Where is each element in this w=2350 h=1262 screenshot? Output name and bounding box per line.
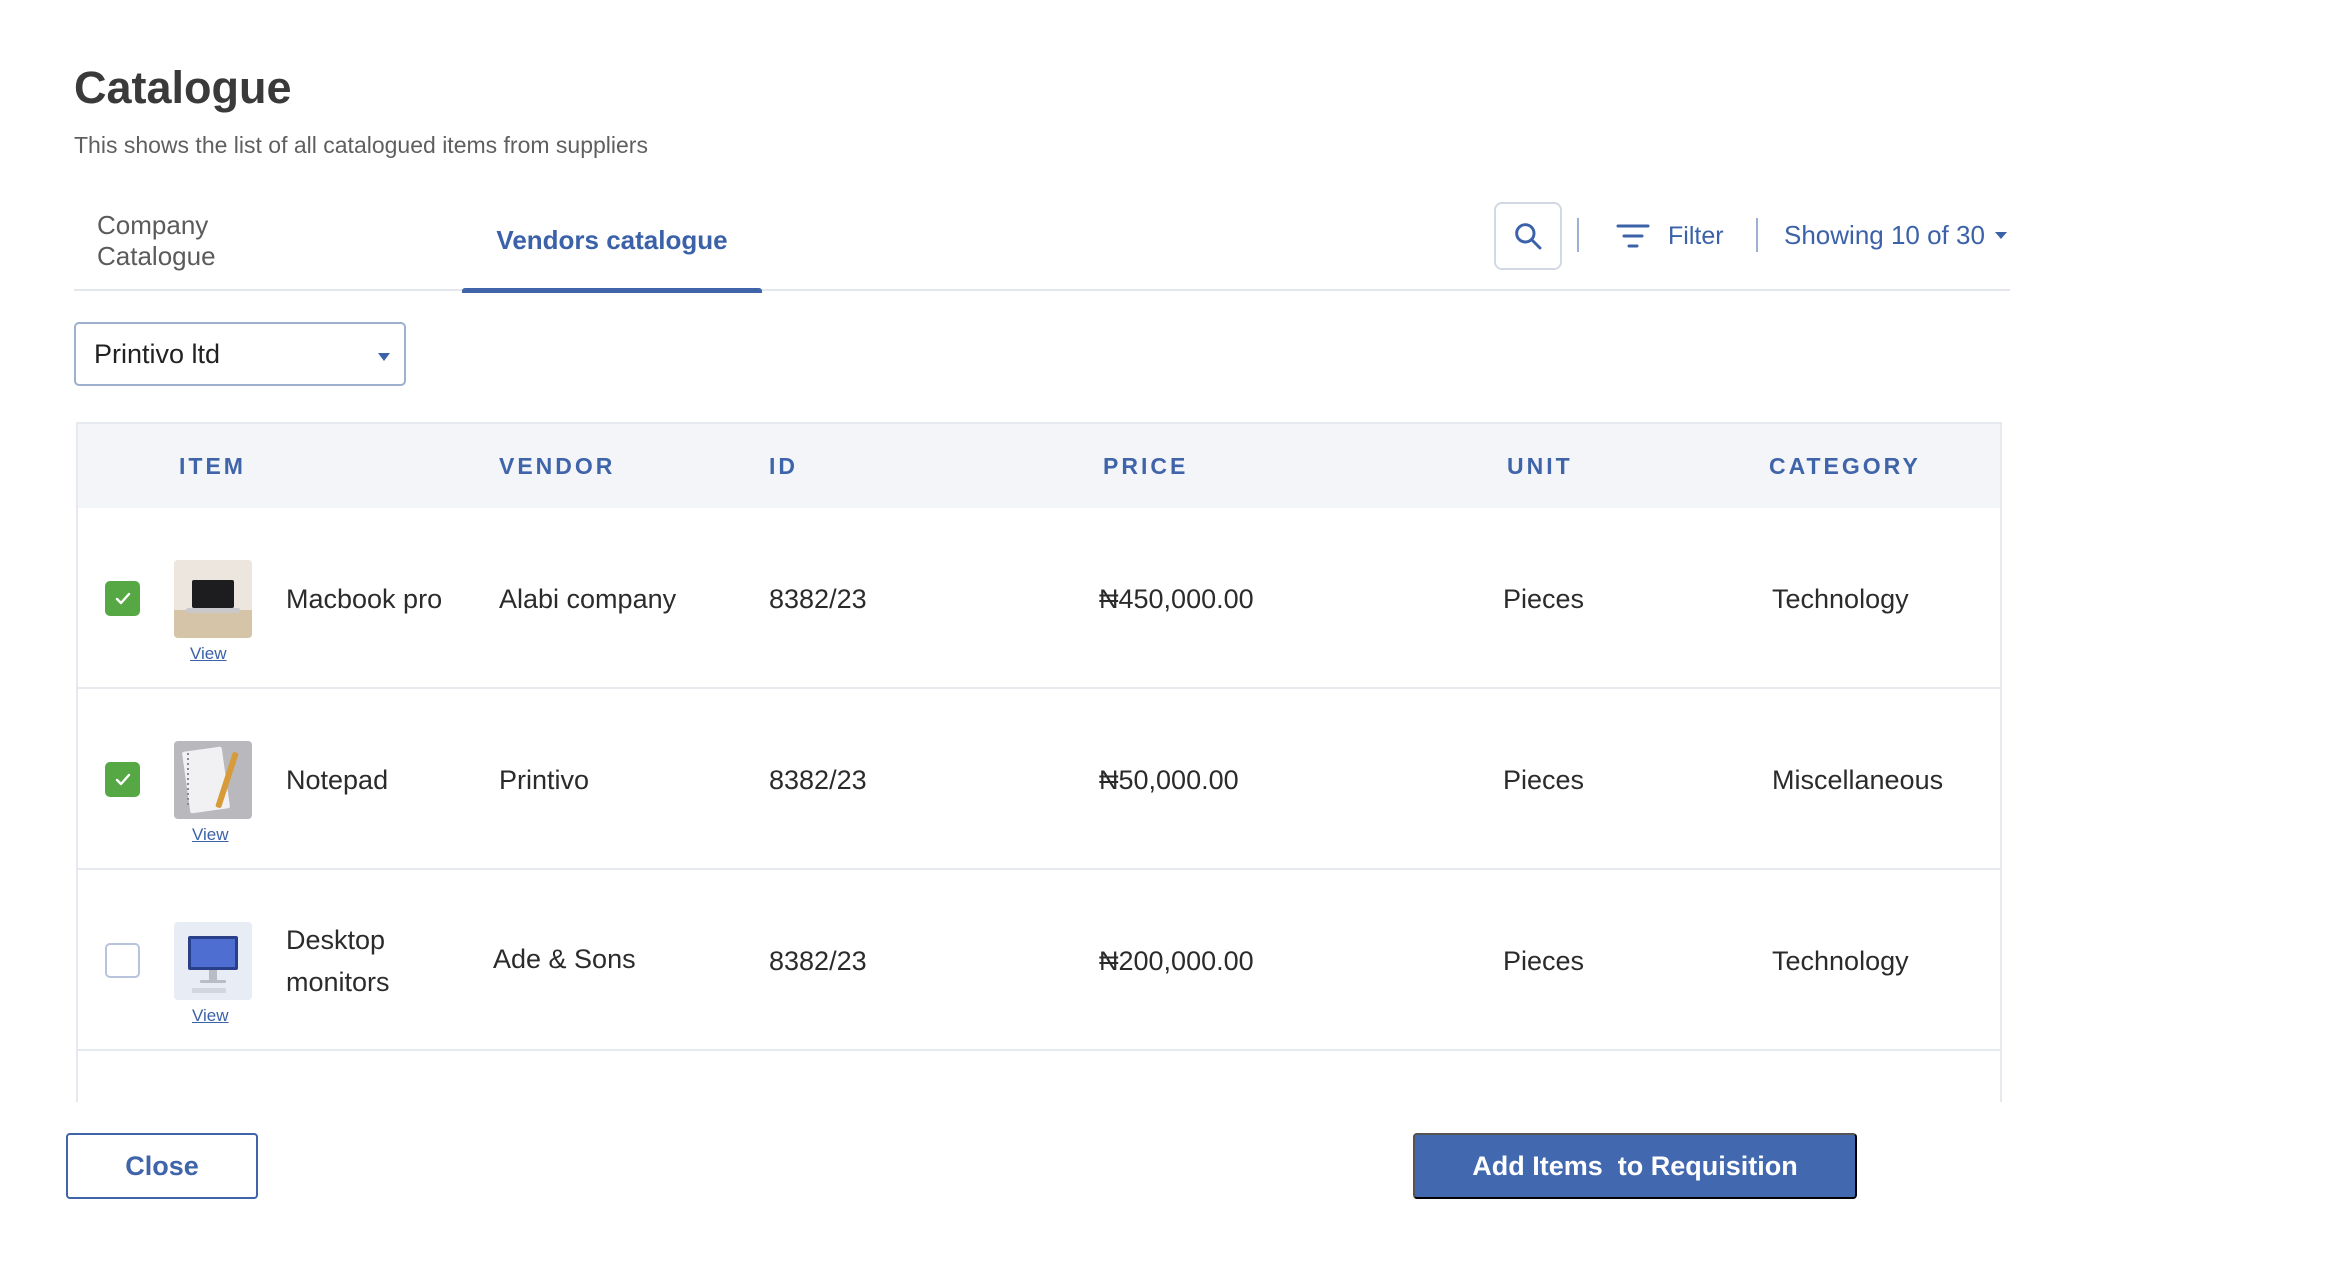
check-icon — [115, 592, 130, 604]
column-header-id: ID — [769, 452, 798, 479]
filter-lines-icon — [1616, 224, 1650, 248]
laptop-image — [174, 560, 252, 638]
table-row[interactable]: View Desktop monitors Ade & Sons 8382/23… — [78, 870, 2000, 1051]
column-header-item: ITEM — [179, 452, 246, 479]
price-cell: ₦200,000.00 — [1099, 945, 1254, 976]
item-name: Macbook pro — [286, 584, 443, 614]
page-subtitle: This shows the list of all catalogued it… — [74, 132, 648, 158]
vendor-cell: Ade & Sons — [493, 943, 636, 974]
column-header-category: CATEGORY — [1769, 452, 1921, 479]
item-thumbnail — [174, 560, 252, 638]
unit-cell: Pieces — [1503, 945, 1585, 976]
toolbar-divider — [1577, 218, 1579, 252]
column-header-price: PRICE — [1103, 452, 1189, 479]
view-item-link[interactable]: View — [192, 825, 229, 845]
id-cell: 8382/23 — [769, 583, 867, 614]
page-title: Catalogue — [74, 62, 292, 113]
item-name: Desktop monitors — [286, 925, 390, 997]
view-item-link[interactable]: View — [190, 644, 227, 664]
table-header: ITEM VENDOR ID PRICE UNIT CATEGORY — [78, 424, 2000, 508]
caret-down-icon — [378, 353, 390, 361]
column-header-unit: UNIT — [1507, 452, 1573, 479]
unit-cell: Pieces — [1503, 764, 1585, 795]
catalogue-table: ITEM VENDOR ID PRICE UNIT CATEGORY View … — [76, 422, 2002, 1102]
page-size-dropdown[interactable]: Showing 10 of 30 — [1784, 220, 2007, 251]
id-cell: 8382/23 — [769, 764, 867, 795]
id-cell: 8382/23 — [769, 945, 867, 976]
category-cell: Miscellaneous — [1772, 764, 1944, 795]
tab-company-catalogue[interactable]: Company Catalogue — [74, 190, 314, 291]
search-button[interactable] — [1494, 202, 1562, 270]
column-header-vendor: VENDOR — [499, 452, 616, 479]
price-cell: ₦450,000.00 — [1099, 583, 1254, 614]
vendor-select-value: Printivo ltd — [94, 338, 221, 369]
table-row[interactable]: View Macbook pro Alabi company 8382/23 ₦… — [78, 508, 2000, 689]
caret-down-icon — [1994, 232, 2007, 239]
price-cell: ₦50,000.00 — [1099, 764, 1239, 795]
category-cell: Technology — [1772, 945, 1909, 976]
vendor-select[interactable]: Printivo ltd — [74, 322, 406, 386]
vendor-cell: Alabi company — [499, 583, 677, 614]
search-icon — [1515, 223, 1542, 250]
item-thumbnail — [174, 922, 252, 1000]
row-checkbox[interactable] — [105, 581, 140, 616]
unit-cell: Pieces — [1503, 583, 1585, 614]
toolbar-divider — [1756, 218, 1758, 252]
monitor-image — [174, 922, 252, 1000]
close-button[interactable]: Close — [66, 1133, 258, 1199]
notepad-image — [174, 741, 252, 819]
category-cell: Technology — [1772, 583, 1909, 614]
row-checkbox[interactable] — [105, 943, 140, 978]
filter-label: Filter — [1668, 221, 1724, 250]
add-items-to-requisition-button[interactable]: Add Items to Requisition — [1413, 1133, 1857, 1199]
vendor-cell: Printivo — [499, 764, 590, 795]
item-thumbnail — [174, 741, 252, 819]
filter-button[interactable]: Filter — [1616, 216, 1724, 256]
table-row[interactable]: View Notepad Printivo 8382/23 ₦50,000.00… — [78, 689, 2000, 870]
item-name: Notepad — [286, 765, 389, 795]
check-icon — [115, 773, 130, 785]
showing-count: Showing 10 of 30 — [1784, 220, 1985, 250]
view-item-link[interactable]: View — [192, 1006, 229, 1026]
tab-vendors-catalogue[interactable]: Vendors catalogue — [462, 190, 762, 293]
row-checkbox[interactable] — [105, 762, 140, 797]
